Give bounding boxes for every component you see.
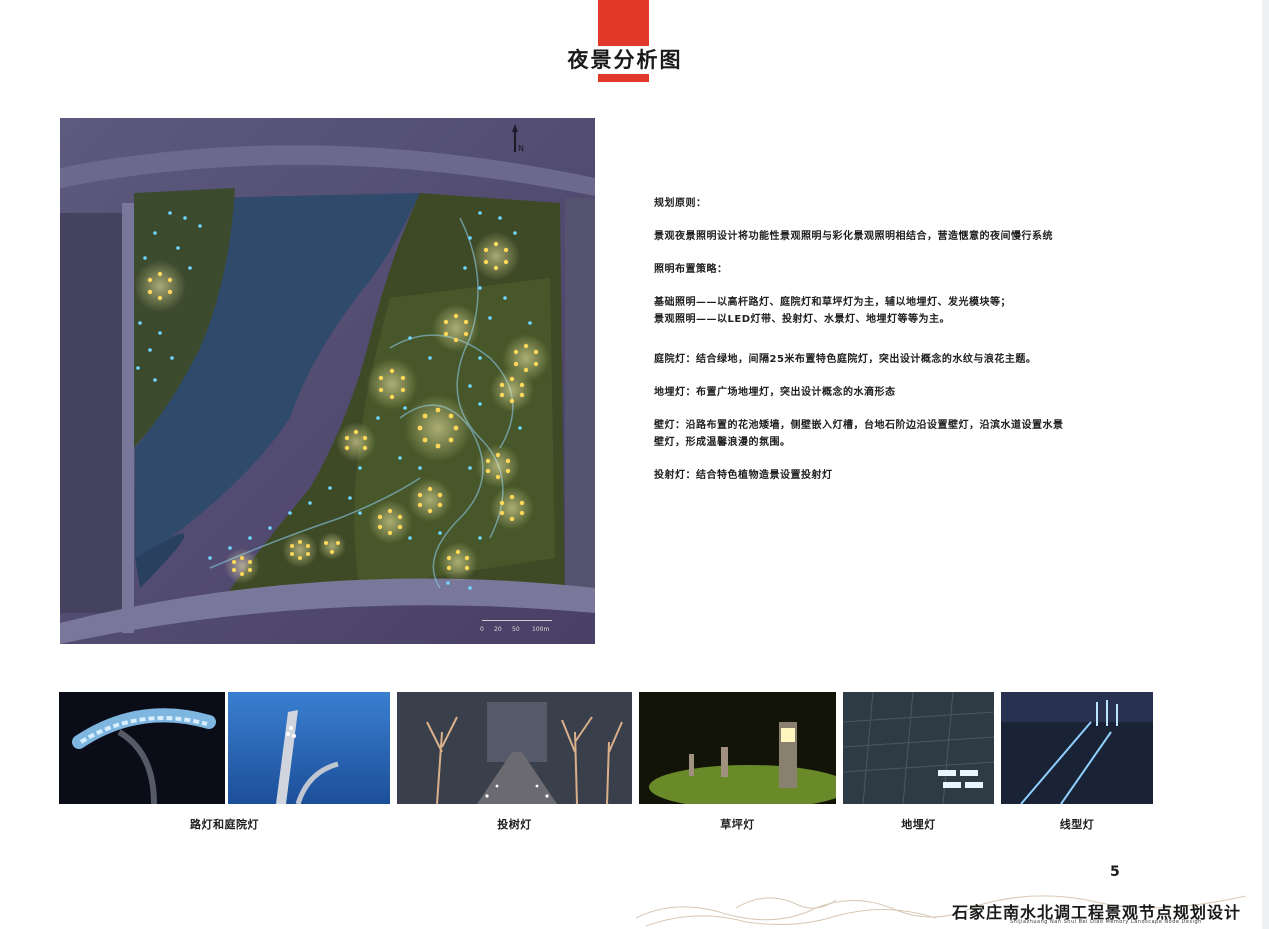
caption-tree-light: 投树灯	[497, 818, 532, 831]
scale-label-50: 50	[512, 626, 520, 633]
scale-bar: 0 20 50 100m	[480, 618, 560, 636]
description-text: 规划原则： 景观夜景照明设计将功能性景观照明与彩化景观照明相结合，营造惬意的夜间…	[654, 196, 1114, 484]
photo-inground-light	[843, 692, 994, 804]
page-title: 夜景分析图	[560, 46, 690, 74]
caption-lawn-light: 草坪灯	[720, 818, 755, 831]
heading-strategy: 照明布置策略：	[654, 264, 728, 275]
photo-linear-light	[1001, 692, 1153, 804]
wall-light-text-2: 壁灯，形成温馨浪漫的氛围。	[654, 436, 791, 448]
strategy-basic: 基础照明——以高杆路灯、庭院灯和草坪灯为主，辅以地埋灯、发光模块等；	[654, 297, 1011, 308]
caption-linear-light: 线型灯	[1059, 818, 1095, 831]
courtyard-light-text: 庭院灯：结合绿地，间隔25米布置特色庭院灯，突出设计概念的水纹与浪花主题。	[654, 354, 1037, 365]
page-number: 5	[1110, 864, 1120, 880]
inground-light-text: 地埋灯：布置广场地埋灯，突出设计概念的水滴形态	[654, 387, 896, 398]
footer-project-subtitle: Shijiazhuang Nan Shui Bei Diao Memory La…	[1010, 919, 1202, 925]
night-lighting-map: N 0 20 50 100m	[60, 118, 595, 644]
scale-label-20: 20	[494, 626, 502, 633]
caption-street-light: 路灯和庭院灯	[190, 818, 259, 831]
north-label: N	[518, 144, 524, 153]
principle-text: 景观夜景照明设计将功能性景观照明与彩化景观照明相结合，营造惬意的夜间慢行系统	[654, 231, 1053, 242]
projection-light-text: 投射灯：结合特色植物造景设置投射灯	[654, 469, 833, 481]
photo-lawn-light	[639, 692, 836, 804]
scale-label-0: 0	[480, 626, 484, 633]
photo-tree-light	[397, 692, 632, 804]
heading-principle: 规划原则：	[654, 198, 707, 209]
wall-light-text-1: 壁灯：沿路布置的花池矮墙，侧壁嵌入灯槽，台地石阶边沿设置壁灯，沿滨水道设置水景	[654, 420, 1064, 431]
photo-street-light-2	[228, 692, 390, 804]
photo-street-light-1	[59, 692, 225, 804]
caption-inground-light: 地埋灯	[901, 818, 936, 831]
strategy-landscape: 景观照明——以LED灯带、投射灯、水景灯、地埋灯等等为主。	[654, 313, 951, 325]
page-edge	[1262, 0, 1269, 929]
scale-label-100m: 100m	[532, 626, 550, 633]
